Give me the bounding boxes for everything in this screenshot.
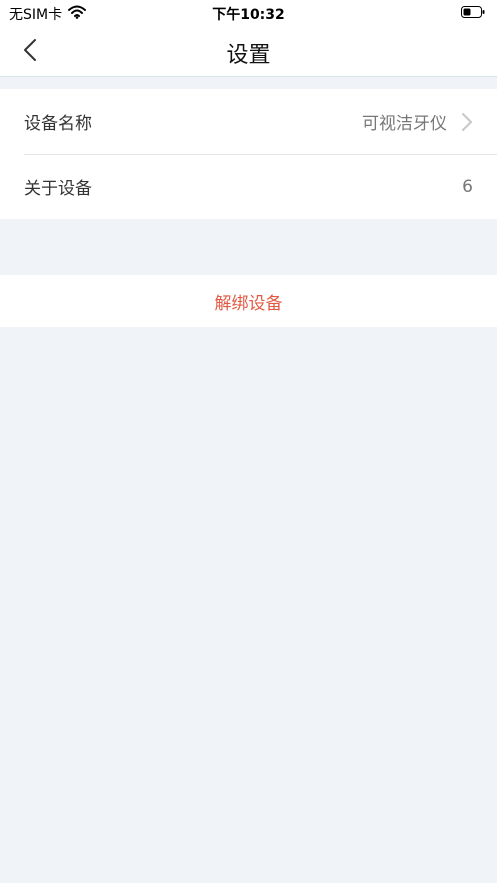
- battery-icon: [461, 6, 485, 18]
- status-time: 下午10:32: [212, 7, 285, 23]
- nav-bar: 设置: [0, 26, 497, 77]
- about-device-row[interactable]: 关于设备 6: [0, 154, 497, 219]
- status-bar: 无SIM卡 下午10:32: [0, 0, 497, 26]
- page-title: 设置: [226, 43, 271, 68]
- about-device-label: 关于设备: [24, 179, 92, 199]
- device-name-value: 可视洁牙仪: [362, 114, 447, 134]
- about-device-value: 6: [462, 176, 473, 197]
- settings-list: 设备名称 可视洁牙仪 关于设备 6: [0, 89, 497, 219]
- device-name-label: 设备名称: [24, 114, 92, 134]
- chevron-right-icon: [461, 112, 473, 132]
- device-name-row[interactable]: 设备名称 可视洁牙仪: [0, 89, 497, 154]
- unbind-device-label: 解绑设备: [214, 293, 283, 314]
- unbind-device-button[interactable]: 解绑设备: [0, 275, 497, 327]
